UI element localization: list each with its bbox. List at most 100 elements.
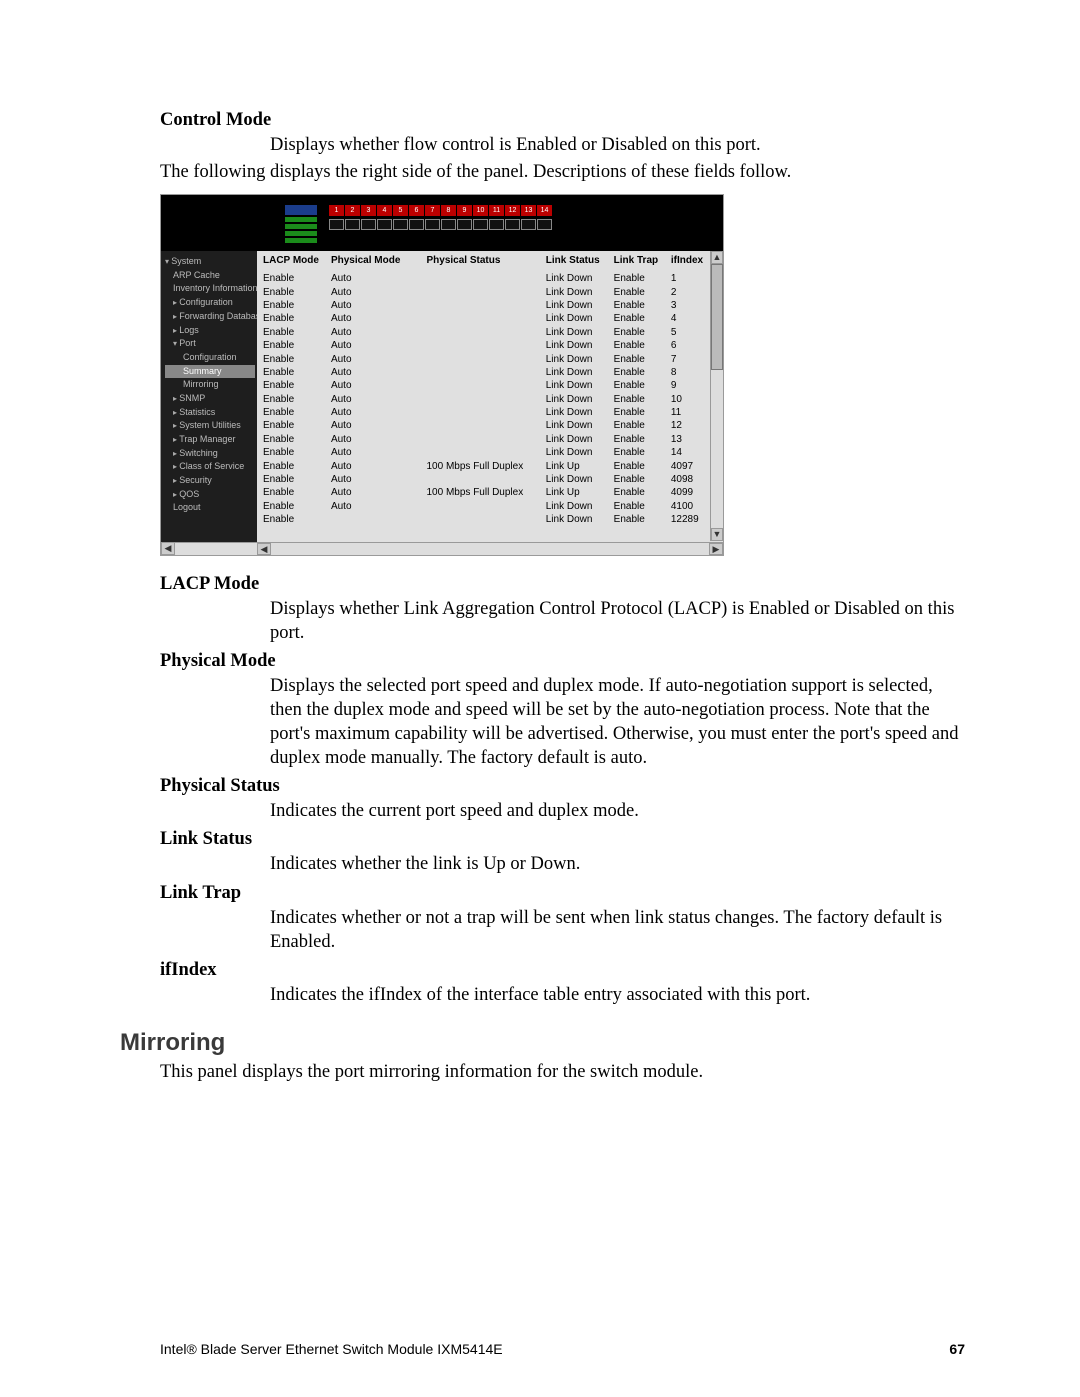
table-cell: 100 Mbps Full Duplex xyxy=(421,459,540,472)
table-cell: Link Down xyxy=(540,366,608,379)
table-cell xyxy=(421,299,540,312)
nav-item[interactable]: System xyxy=(165,255,255,269)
port-socket-icon[interactable] xyxy=(521,219,536,230)
nav-item[interactable]: SNMP xyxy=(165,392,255,406)
nav-item[interactable]: Configuration xyxy=(165,296,255,310)
nav-item[interactable]: Forwarding Database xyxy=(165,310,255,324)
table-row: EnableAutoLink DownEnable10 xyxy=(257,392,710,405)
table-cell: Auto xyxy=(325,312,421,325)
nav-item[interactable]: Trap Manager xyxy=(165,433,255,447)
nav-item[interactable]: Class of Service xyxy=(165,460,255,474)
table-cell xyxy=(421,352,540,365)
table-cell: Enable xyxy=(257,486,325,499)
nav-item[interactable]: QOS xyxy=(165,488,255,502)
port-number[interactable]: 14 xyxy=(537,205,552,216)
table-row: EnableAutoLink DownEnable4100 xyxy=(257,499,710,512)
scroll-down-icon[interactable]: ▼ xyxy=(711,528,723,541)
table-cell: Link Up xyxy=(540,459,608,472)
horizontal-scrollbar[interactable]: ◀ ▶ xyxy=(257,542,723,555)
nav-item[interactable]: Configuration xyxy=(165,351,255,365)
table-cell xyxy=(421,473,540,486)
nav-horizontal-scrollbar[interactable]: ◀ xyxy=(161,542,257,555)
port-socket-icon[interactable] xyxy=(425,219,440,230)
table-cell: Auto xyxy=(325,459,421,472)
scroll-up-icon[interactable]: ▲ xyxy=(711,251,723,264)
table-cell: 3 xyxy=(665,299,710,312)
port-number[interactable]: 9 xyxy=(457,205,472,216)
table-cell: Enable xyxy=(257,366,325,379)
port-number[interactable]: 7 xyxy=(425,205,440,216)
port-number[interactable]: 11 xyxy=(489,205,504,216)
port-socket-icon[interactable] xyxy=(329,219,344,230)
port-socket-icon[interactable] xyxy=(489,219,504,230)
port-number[interactable]: 10 xyxy=(473,205,488,216)
nav-item[interactable]: Mirroring xyxy=(165,378,255,392)
table-cell xyxy=(421,379,540,392)
table-cell: 4 xyxy=(665,312,710,325)
nav-scroll-left-icon[interactable]: ◀ xyxy=(161,542,175,555)
table-cell: Auto xyxy=(325,446,421,459)
port-socket-icon[interactable] xyxy=(537,219,552,230)
port-socket-icon[interactable] xyxy=(441,219,456,230)
port-number[interactable]: 8 xyxy=(441,205,456,216)
table-row: EnableAutoLink DownEnable1 xyxy=(257,272,710,285)
port-socket-icon[interactable] xyxy=(457,219,472,230)
table-cell: Enable xyxy=(257,459,325,472)
table-cell: Link Down xyxy=(540,352,608,365)
nav-tree[interactable]: SystemARP CacheInventory InformationConf… xyxy=(161,251,257,555)
nav-item[interactable]: Switching xyxy=(165,447,255,461)
table-cell: Auto xyxy=(325,486,421,499)
term-physical-status: Physical Status xyxy=(160,776,965,797)
table-cell: Link Down xyxy=(540,392,608,405)
port-number[interactable]: 3 xyxy=(361,205,376,216)
table-cell: Enable xyxy=(608,419,665,432)
port-number[interactable]: 13 xyxy=(521,205,536,216)
table-cell: Enable xyxy=(257,392,325,405)
nav-item[interactable]: ARP Cache xyxy=(165,269,255,283)
table-cell: 9 xyxy=(665,379,710,392)
table-row: EnableAutoLink DownEnable6 xyxy=(257,339,710,352)
nav-item[interactable]: Statistics xyxy=(165,406,255,420)
screenshot-panel: 1234567891011121314 SystemARP CacheInven… xyxy=(160,194,724,556)
port-number[interactable]: 5 xyxy=(393,205,408,216)
table-row: EnableAutoLink DownEnable8 xyxy=(257,366,710,379)
table-row: EnableAutoLink DownEnable2 xyxy=(257,285,710,298)
port-number[interactable]: 1 xyxy=(329,205,344,216)
nav-item[interactable]: Logout xyxy=(165,501,255,515)
nav-item[interactable]: Port xyxy=(165,337,255,351)
nav-item[interactable]: Logs xyxy=(165,324,255,338)
port-number[interactable]: 6 xyxy=(409,205,424,216)
port-number[interactable]: 4 xyxy=(377,205,392,216)
table-cell: 4097 xyxy=(665,459,710,472)
table-cell: 4098 xyxy=(665,473,710,486)
port-socket-icon[interactable] xyxy=(345,219,360,230)
scroll-right-icon[interactable]: ▶ xyxy=(709,543,723,555)
table-cell: Enable xyxy=(257,419,325,432)
port-socket-icon[interactable] xyxy=(409,219,424,230)
table-cell: Auto xyxy=(325,433,421,446)
nav-item[interactable]: Summary xyxy=(165,365,255,379)
port-socket-icon[interactable] xyxy=(473,219,488,230)
table-cell xyxy=(421,366,540,379)
port-number[interactable]: 12 xyxy=(505,205,520,216)
table-cell: Link Down xyxy=(540,285,608,298)
col-lacp-mode: LACP Mode xyxy=(257,251,325,272)
table-cell: 2 xyxy=(665,285,710,298)
table-cell: Enable xyxy=(608,285,665,298)
port-socket-icon[interactable] xyxy=(361,219,376,230)
nav-item[interactable]: Security xyxy=(165,474,255,488)
scroll-thumb[interactable] xyxy=(711,264,723,370)
nav-item[interactable]: Inventory Information xyxy=(165,282,255,296)
table-cell: Enable xyxy=(257,285,325,298)
table-cell: 12 xyxy=(665,419,710,432)
nav-item[interactable]: System Utilities xyxy=(165,419,255,433)
port-socket-icon[interactable] xyxy=(393,219,408,230)
port-number[interactable]: 2 xyxy=(345,205,360,216)
table-cell: 6 xyxy=(665,339,710,352)
vertical-scrollbar[interactable]: ▲ ▼ xyxy=(710,251,723,541)
table-cell: Link Down xyxy=(540,406,608,419)
table-cell: Auto xyxy=(325,499,421,512)
scroll-left-icon[interactable]: ◀ xyxy=(257,543,271,555)
port-socket-icon[interactable] xyxy=(377,219,392,230)
port-socket-icon[interactable] xyxy=(505,219,520,230)
